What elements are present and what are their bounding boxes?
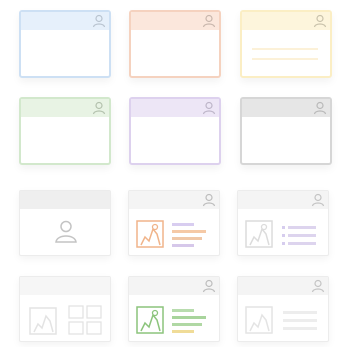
card-header	[20, 191, 110, 209]
list-line	[283, 327, 317, 330]
list-line	[283, 319, 317, 322]
user-icon	[202, 101, 216, 115]
user-icon	[202, 14, 216, 28]
user-icon	[313, 14, 327, 28]
image-placeholder-icon	[29, 307, 57, 335]
theme-tile-green[interactable]	[19, 97, 111, 165]
layout-card-image-list-green[interactable]	[128, 276, 220, 342]
layout-card-image-list-orange[interactable]	[128, 190, 220, 256]
placeholder-line	[252, 58, 318, 60]
user-icon	[202, 279, 216, 293]
list-line	[172, 244, 194, 247]
theme-tile-blue[interactable]	[19, 10, 111, 78]
image-placeholder-icon	[136, 306, 164, 334]
list-line	[288, 226, 316, 229]
list-line	[283, 311, 317, 314]
list-line	[172, 316, 206, 319]
user-icon	[313, 101, 327, 115]
user-icon	[311, 279, 325, 293]
theme-tile-yellow[interactable]	[240, 10, 332, 78]
image-placeholder-icon	[245, 220, 273, 248]
avatar-icon	[55, 220, 77, 243]
layout-card-avatar[interactable]	[19, 190, 111, 256]
list-line	[172, 323, 202, 326]
placeholder-line	[252, 48, 318, 50]
user-icon	[202, 193, 216, 207]
theme-tile-orange[interactable]	[129, 10, 221, 78]
theme-tile-gray[interactable]	[240, 97, 332, 165]
user-icon	[311, 193, 325, 207]
list-line	[288, 234, 316, 237]
list-line	[172, 230, 206, 233]
user-icon	[92, 101, 106, 115]
gallery-grid-icon	[68, 305, 102, 335]
list-line	[172, 309, 194, 312]
user-icon	[92, 14, 106, 28]
layout-card-image-gallery[interactable]	[19, 276, 111, 342]
layout-card-image-list-gray[interactable]	[237, 276, 329, 342]
list-line	[172, 237, 202, 240]
list-line	[172, 330, 194, 333]
list-line	[288, 242, 316, 245]
layout-card-image-list-faded[interactable]	[237, 190, 329, 256]
list-line	[282, 234, 285, 237]
list-line	[172, 223, 194, 226]
theme-tile-purple[interactable]	[129, 97, 221, 165]
list-line	[282, 242, 285, 245]
card-header	[20, 277, 110, 295]
image-placeholder-icon	[245, 306, 273, 334]
list-line	[282, 226, 285, 229]
image-placeholder-icon	[136, 220, 164, 248]
